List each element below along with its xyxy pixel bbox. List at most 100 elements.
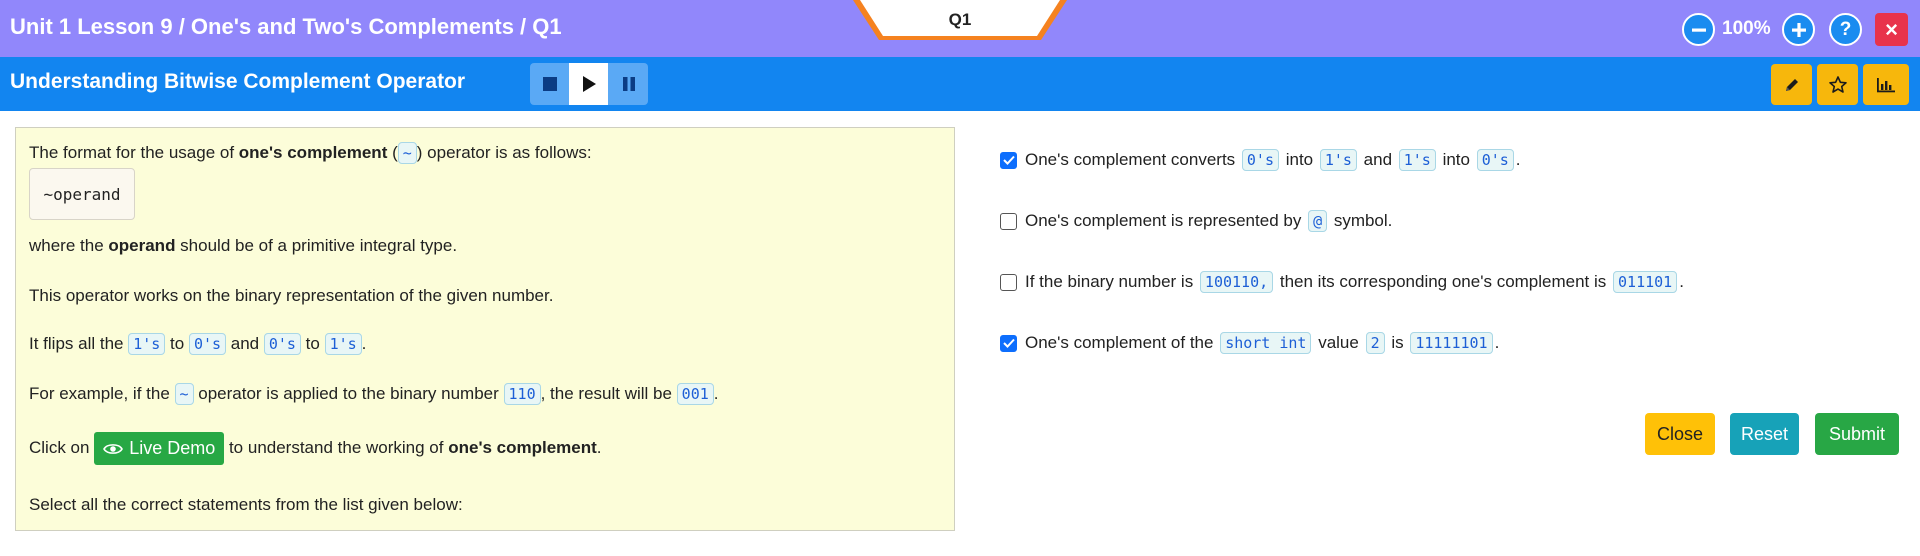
text: then its corresponding one's complement … [1275,272,1612,291]
text: , the result will be [540,384,677,403]
text: It flips all the [29,334,129,353]
text: The format for the usage of [29,143,239,162]
checkbox-checked[interactable] [1000,334,1017,352]
inline-code: 1's [1398,149,1436,171]
inline-code: 001 [676,383,714,405]
media-controls [530,63,648,105]
stats-button[interactable] [1863,64,1909,105]
question-tab-label: Q1 [948,10,972,29]
text: value [1313,333,1364,352]
text: to understand the working of [224,437,449,457]
zoom-level: 100% [1722,18,1771,39]
inline-code: 1's [128,333,166,355]
flip-paragraph: It flips all the 1's to 0's and 0's to 1… [29,333,367,355]
zoom-out-button[interactable] [1682,13,1715,46]
option-4[interactable]: One's complement of the short int value … [1000,332,1500,354]
inline-code: 110 [503,383,541,405]
text: One's complement converts [1025,150,1240,169]
option-text: One's complement is represented by @ sym… [1025,210,1393,232]
format-paragraph: The format for the usage of one's comple… [29,142,592,164]
question-tab[interactable]: Q1 [853,0,1067,44]
pause-button[interactable] [609,63,648,105]
pencil-icon [1785,78,1798,91]
text: One's complement of the [1025,333,1219,352]
select-instruction: Select all the correct statements from t… [29,495,463,514]
star-button[interactable] [1817,64,1858,105]
text: . [713,384,719,403]
text: One's complement is represented by [1025,211,1307,230]
top-header: Unit 1 Lesson 9 / One's and Two's Comple… [0,0,1920,57]
checkbox-unchecked[interactable] [1000,273,1017,291]
zoom-in-button[interactable] [1782,13,1815,46]
text: into [1280,150,1318,169]
option-text: If the binary number is 100110, then its… [1025,271,1684,293]
text: ) operator is as follows: [416,143,592,162]
text: to [300,334,325,353]
option-text: One's complement converts 0's into 1's a… [1025,149,1521,171]
inline-code: 0's [188,333,227,355]
lesson-title: Understanding Bitwise Complement Operato… [10,70,466,93]
text: and [1358,150,1397,169]
text: . [1494,333,1500,352]
text: and [226,334,264,353]
submit-button[interactable]: Submit [1815,413,1899,455]
checkbox-unchecked[interactable] [1000,212,1017,230]
text: should be of a primitive integral type. [175,236,458,255]
reset-button[interactable]: Reset [1730,413,1799,455]
help-button[interactable]: ? [1829,13,1862,46]
option-text: One's complement of the short int value … [1025,332,1500,354]
breadcrumb: Unit 1 Lesson 9 / One's and Two's Comple… [10,14,562,39]
inline-code: @ [1308,210,1328,232]
text: Click on [29,437,95,457]
close-button[interactable]: Close [1645,413,1715,455]
help-icon: ? [1839,18,1852,40]
inline-code: 100110, [1199,271,1274,293]
close-icon: × [1885,16,1898,42]
eye-icon [103,443,124,454]
text: symbol. [1329,211,1393,230]
text: where the [29,236,109,255]
lesson-toolbar: Understanding Bitwise Complement Operato… [0,57,1920,111]
inline-code: 11111101 [1410,332,1493,354]
text: into [1437,150,1475,169]
inline-code: 2 [1365,332,1385,354]
close-window-button[interactable]: × [1875,13,1908,46]
pencil-button[interactable] [1771,64,1812,105]
text: . [1515,150,1521,169]
inline-code: ~ [174,383,194,405]
option-2[interactable]: One's complement is represented by @ sym… [1000,210,1393,232]
instruction-panel: The format for the usage of one's comple… [15,127,955,531]
tilde-code: ~ [397,142,417,164]
inline-code: short int [1220,332,1312,354]
text: operator is applied to the binary number [193,384,504,403]
text: For example, if the [29,384,175,403]
binary-paragraph: This operator works on the binary repres… [29,286,554,305]
play-button[interactable] [569,63,608,105]
inline-code: 0's [1241,149,1279,171]
pause-icon [622,77,635,91]
live-demo-button[interactable]: Live Demo [94,432,225,465]
check-icon [1002,338,1015,348]
inline-code: 1's [324,333,362,355]
checkbox-checked[interactable] [1000,151,1017,169]
bold-text: one's complement [238,143,388,162]
option-3[interactable]: If the binary number is 100110, then its… [1000,271,1684,293]
inline-code: 011101 [1613,271,1678,293]
bold-text: one's complement [448,437,597,457]
syntax-code-block: ~operand [29,168,135,220]
text: ( [387,143,398,162]
text: . [361,334,367,353]
text: . [1679,272,1684,291]
inline-code: 0's [263,333,301,355]
stop-button[interactable] [530,63,569,105]
text: . [596,437,602,457]
inline-code: 1's [1319,149,1357,171]
option-1[interactable]: One's complement converts 0's into 1's a… [1000,149,1521,171]
live-demo-paragraph: Click on Live Demo to understand the wor… [29,432,602,465]
star-icon [1828,75,1847,93]
example-paragraph: For example, if the ~ operator is applie… [29,383,719,405]
inline-code: 0's [1476,149,1514,171]
check-icon [1002,155,1015,165]
stop-icon [542,77,557,91]
operand-paragraph: where the operand should be of a primiti… [29,236,457,256]
